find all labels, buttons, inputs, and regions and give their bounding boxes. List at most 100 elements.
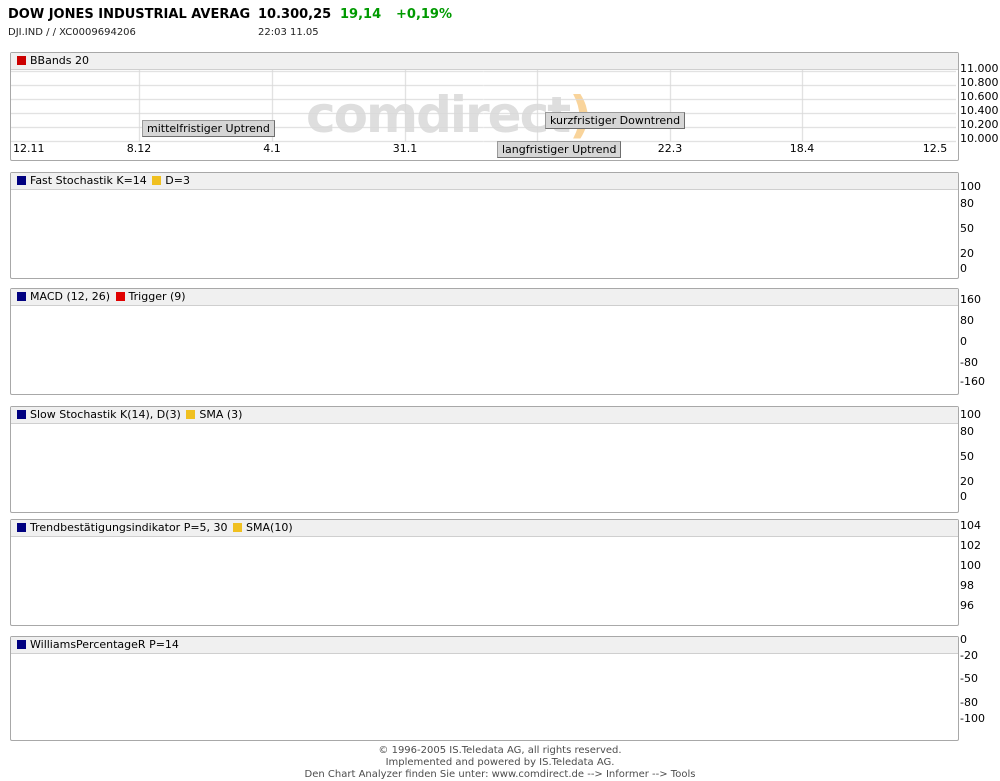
annotation-mittelfristiger-uptrend[interactable]: mittelfristiger Uptrend — [142, 120, 275, 137]
y-tick: 0 — [960, 336, 967, 347]
legend-swatch-sma3 — [186, 410, 195, 419]
y-tick: -100 — [960, 713, 985, 724]
legend-swatch-sma10 — [233, 523, 242, 532]
x-tick: 31.1 — [393, 143, 418, 155]
header: DOW JONES INDUSTRIAL AVERAG 10.300,25 19… — [0, 0, 1000, 52]
y-tick: 100 — [960, 181, 981, 192]
footer: © 1996-2005 IS.Teledata AG, all rights r… — [0, 745, 1000, 781]
legend-swatch-tci — [17, 523, 26, 532]
x-tick: 4.1 — [263, 143, 281, 155]
legend-swatch-bbands — [17, 56, 26, 65]
x-tick: 12.5 — [923, 143, 948, 155]
footer-copyright: © 1996-2005 IS.Teledata AG, all rights r… — [0, 745, 1000, 757]
chart-analyzer-window: DOW JONES INDUSTRIAL AVERAG 10.300,25 19… — [0, 0, 1000, 781]
y-tick: 20 — [960, 476, 974, 487]
trend-confirmation-plot[interactable] — [11, 537, 958, 625]
y-tick: 100 — [960, 560, 981, 571]
legend-label: Trigger (9) — [129, 290, 186, 303]
williams-r-canvas[interactable] — [11, 654, 956, 740]
legend-label: Trendbestätigungsindikator P=5, 30 — [30, 521, 228, 534]
y-tick: 20 — [960, 248, 974, 259]
y-axis-trend-confirmation: 104 102 100 98 96 — [960, 507, 1000, 611]
y-tick: 80 — [960, 315, 974, 326]
williams-r-plot[interactable] — [11, 654, 958, 740]
y-tick: 102 — [960, 540, 981, 551]
macd-plot[interactable] — [11, 306, 958, 394]
y-tick: 80 — [960, 198, 974, 209]
legend-label: Fast Stochastik K=14 — [30, 174, 147, 187]
legend-swatch-wpr — [17, 640, 26, 649]
y-tick: -50 — [960, 673, 978, 684]
slow-stochastic-plot[interactable] — [11, 424, 958, 512]
y-tick: 10.600 — [960, 91, 999, 102]
y-tick: 10.200 — [960, 119, 999, 130]
price-change-percent: +0,19% — [396, 7, 452, 22]
legend-label: Slow Stochastik K(14), D(3) — [30, 408, 181, 421]
legend-swatch-k — [17, 176, 26, 185]
panel-bbands: BBands 20 comdirect) 12.11 8.12 4.1 31.1… — [10, 52, 959, 161]
legend-williams-r: WilliamsPercentageR P=14 — [11, 637, 958, 654]
legend-macd: MACD (12, 26) Trigger (9) — [11, 289, 958, 306]
footer-powered-by: Implemented and powered by IS.Teledata A… — [0, 757, 1000, 769]
macd-canvas[interactable] — [11, 306, 956, 394]
y-tick: -160 — [960, 376, 985, 387]
price-chart-canvas[interactable] — [11, 70, 956, 160]
y-tick: 100 — [960, 409, 981, 420]
legend-swatch-slow-k — [17, 410, 26, 419]
y-tick: 98 — [960, 580, 974, 591]
y-tick: -20 — [960, 650, 978, 661]
panel-williams-r: WilliamsPercentageR P=14 — [10, 636, 959, 741]
annotation-langfristiger-uptrend[interactable]: langfristiger Uptrend — [497, 141, 621, 158]
annotation-kurzfristiger-downtrend[interactable]: kurzfristiger Downtrend — [545, 112, 685, 129]
fast-stochastic-plot[interactable] — [11, 190, 958, 278]
last-price: 10.300,25 — [258, 7, 331, 22]
slow-stochastic-canvas[interactable] — [11, 424, 956, 512]
instrument-title: DOW JONES INDUSTRIAL AVERAG — [8, 7, 250, 22]
y-tick: -80 — [960, 357, 978, 368]
y-tick: 0 — [960, 491, 967, 502]
legend-swatch-trigger — [116, 292, 125, 301]
y-tick: 10.000 — [960, 133, 999, 144]
price-plot[interactable]: comdirect) 12.11 8.12 4.1 31.1 22.3 18.4… — [11, 70, 958, 160]
panel-macd: MACD (12, 26) Trigger (9) — [10, 288, 959, 395]
y-tick: -80 — [960, 697, 978, 708]
trend-confirmation-canvas[interactable] — [11, 537, 956, 625]
legend-label: BBands 20 — [30, 54, 89, 67]
legend-label: SMA(10) — [246, 521, 293, 534]
legend-swatch-macd — [17, 292, 26, 301]
y-tick: 96 — [960, 600, 974, 611]
y-tick: 104 — [960, 520, 981, 531]
y-axis-slow-stochastic: 100 80 50 20 0 — [960, 397, 1000, 501]
y-tick: 50 — [960, 223, 974, 234]
y-tick: 50 — [960, 451, 974, 462]
y-tick: 80 — [960, 426, 974, 437]
legend-label: WilliamsPercentageR P=14 — [30, 638, 179, 651]
y-tick: 0 — [960, 263, 967, 274]
y-tick: 10.400 — [960, 105, 999, 116]
y-axis-macd: 160 80 0 -80 -160 — [960, 282, 1000, 386]
legend-label: MACD (12, 26) — [30, 290, 110, 303]
quote-timestamp: 22:03 11.05 — [258, 27, 319, 38]
legend-trend-confirmation: Trendbestätigungsindikator P=5, 30 SMA(1… — [11, 520, 958, 537]
panel-fast-stochastic: Fast Stochastik K=14 D=3 — [10, 172, 959, 279]
legend-label: D=3 — [165, 174, 190, 187]
footer-analyzer-hint: Den Chart Analyzer finden Sie unter: www… — [0, 769, 1000, 781]
legend-bbands: BBands 20 — [11, 53, 958, 70]
panel-trend-confirmation: Trendbestätigungsindikator P=5, 30 SMA(1… — [10, 519, 959, 626]
y-tick: 11.000 — [960, 63, 999, 74]
legend-slow-stochastic: Slow Stochastik K(14), D(3) SMA (3) — [11, 407, 958, 424]
x-tick: 18.4 — [790, 143, 815, 155]
y-tick: 160 — [960, 294, 981, 305]
price-change: 19,14 — [340, 7, 381, 22]
y-axis-williams-r: 0 -20 -50 -80 -100 — [960, 621, 1000, 723]
x-tick: 12.11 — [13, 143, 45, 155]
y-axis-fast-stochastic: 100 80 50 20 0 — [960, 169, 1000, 273]
y-axis-price: 11.000 10.800 10.600 10.400 10.200 10.00… — [960, 52, 1000, 158]
legend-fast-stochastic: Fast Stochastik K=14 D=3 — [11, 173, 958, 190]
legend-swatch-d — [152, 176, 161, 185]
instrument-code: DJI.IND / / XC0009694206 — [8, 27, 136, 38]
fast-stochastic-canvas[interactable] — [11, 190, 956, 278]
y-tick: 0 — [960, 634, 967, 645]
x-tick: 8.12 — [127, 143, 152, 155]
x-tick: 22.3 — [658, 143, 683, 155]
